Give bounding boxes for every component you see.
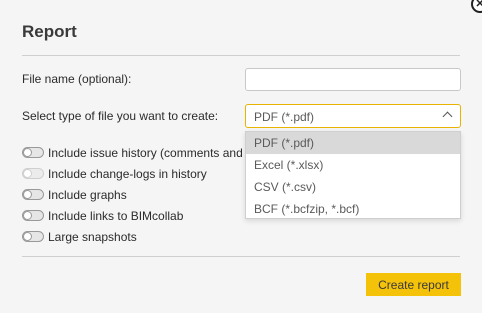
divider-bottom — [22, 256, 460, 257]
toggle-switch[interactable] — [22, 231, 44, 242]
dialog-title: Report — [22, 22, 77, 41]
toggle-label: Include links to BIMcollab — [48, 209, 184, 223]
toggle-knob — [23, 211, 32, 220]
toggle-label: Large snapshots — [48, 230, 137, 244]
divider-top — [22, 55, 460, 56]
file-type-selected-value: PDF (*.pdf) — [254, 110, 315, 124]
dropdown-option-bcf[interactable]: BCF (*.bcfzip, *.bcf) — [246, 198, 460, 220]
toggle-label: Include graphs — [48, 188, 127, 202]
file-type-select[interactable]: PDF (*.pdf) — [245, 104, 461, 128]
file-type-dropdown: PDF (*.pdf) Excel (*.xlsx) CSV (*.csv) B… — [245, 131, 461, 219]
dropdown-option-pdf[interactable]: PDF (*.pdf) — [246, 132, 460, 154]
toggle-switch — [22, 168, 44, 179]
toggle-label: Include change-logs in history — [48, 167, 207, 181]
file-type-label: Select type of file you want to create: — [22, 109, 219, 123]
toggle-switch[interactable] — [22, 189, 44, 200]
close-icon[interactable]: ✕ — [471, 0, 482, 13]
toggle-switch[interactable] — [22, 147, 44, 158]
toggle-knob — [23, 148, 32, 157]
toggle-knob — [23, 169, 32, 178]
file-name-input[interactable] — [245, 68, 461, 91]
dropdown-option-excel[interactable]: Excel (*.xlsx) — [246, 154, 460, 176]
file-name-label: File name (optional): — [22, 72, 132, 86]
report-dialog: Report ✕ File name (optional): Select ty… — [0, 0, 482, 313]
dropdown-option-csv[interactable]: CSV (*.csv) — [246, 176, 460, 198]
create-report-button[interactable]: Create report — [366, 273, 461, 296]
toggle-knob — [23, 190, 32, 199]
toggle-knob — [23, 232, 32, 241]
toggle-label: Include issue history (comments and — [48, 146, 243, 160]
toggle-switch[interactable] — [22, 210, 44, 221]
chevron-up-icon — [442, 111, 453, 122]
